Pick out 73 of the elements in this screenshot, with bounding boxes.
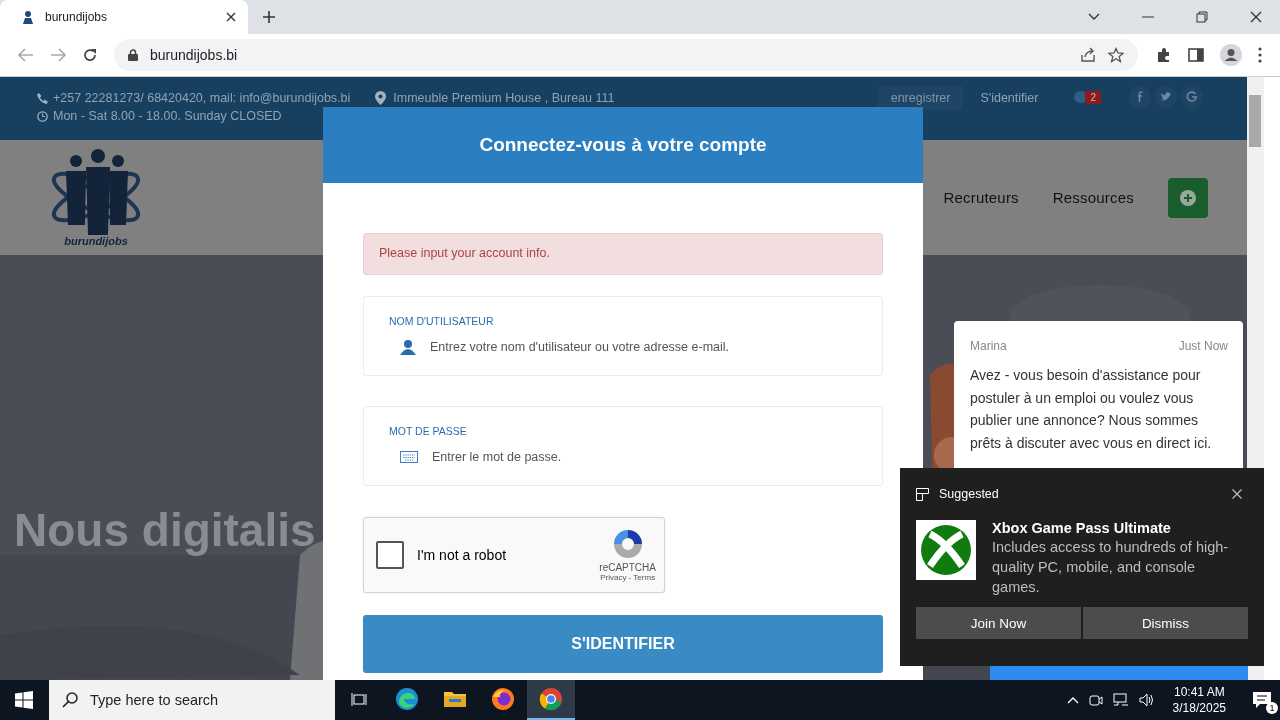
toast-button[interactable]: Dismiss bbox=[1083, 607, 1248, 639]
search-icon bbox=[62, 692, 78, 708]
login-link[interactable]: S'identifier bbox=[963, 86, 1056, 110]
restore-icon[interactable] bbox=[1196, 11, 1208, 23]
close-icon[interactable] bbox=[226, 12, 236, 22]
google-icon[interactable] bbox=[1181, 86, 1203, 108]
field-label: MOT DE PASSE bbox=[389, 425, 468, 437]
search-field[interactable]: Type here to search bbox=[49, 680, 335, 720]
login-button[interactable]: S'IDENTIFIER bbox=[363, 615, 883, 673]
new-tab-icon[interactable] bbox=[262, 10, 276, 24]
taskbar-app[interactable] bbox=[527, 680, 575, 720]
add-button[interactable] bbox=[1168, 177, 1208, 218]
menu-icon[interactable] bbox=[1258, 47, 1262, 63]
person-icon bbox=[400, 339, 416, 355]
chevron-down-icon[interactable] bbox=[1088, 13, 1100, 21]
address-field[interactable]: burundijobs.bi bbox=[114, 39, 1138, 71]
field-label: NOM D'UTILISATEUR bbox=[389, 315, 495, 327]
windows-start-icon[interactable] bbox=[15, 691, 33, 709]
captcha-label: I'm not a robot bbox=[417, 547, 507, 563]
browser-tab[interactable]: burundijobs bbox=[0, 0, 248, 34]
address-text: Immeuble Premium House , Bureau 111 bbox=[393, 91, 615, 105]
chat-time: Just Now bbox=[1178, 339, 1228, 353]
twitter-icon[interactable] bbox=[1155, 86, 1177, 108]
clock-icon bbox=[37, 110, 48, 122]
captcha-checkbox[interactable] bbox=[376, 541, 404, 569]
close-icon[interactable] bbox=[1232, 489, 1242, 499]
toast-button[interactable]: Join Now bbox=[916, 607, 1081, 639]
close-icon[interactable] bbox=[1250, 11, 1262, 23]
chat-message: Avez - vous besoin d'assistance pour postuler à un emploi ou voulez vous publier une annonce? Nous sommes prêts à discuter avec vous en direct ici. bbox=[970, 366, 1213, 453]
alert-message: Please input your account info. bbox=[363, 233, 883, 275]
notification-badge: 2 bbox=[1085, 90, 1101, 104]
chevron-up-icon[interactable] bbox=[1066, 696, 1079, 704]
clock-date: 3/18/2025 bbox=[1172, 700, 1226, 716]
task-view-icon bbox=[351, 691, 367, 707]
facebook-icon[interactable] bbox=[1129, 86, 1151, 108]
hours-text: Mon - Sat 8.00 - 18.00. Sunday CLOSED bbox=[53, 109, 282, 123]
keyboard-icon bbox=[400, 449, 418, 465]
toast-header: Suggested bbox=[939, 487, 999, 501]
dialog-title: Connectez-vous à votre compte bbox=[323, 107, 923, 183]
network-icon[interactable] bbox=[1112, 693, 1129, 707]
lock-icon bbox=[128, 49, 138, 61]
chat-sender: Marina bbox=[970, 339, 1007, 353]
recaptcha-icon bbox=[611, 528, 644, 560]
nav-link[interactable]: Recruteurs bbox=[943, 189, 1019, 206]
share-icon[interactable] bbox=[1080, 47, 1096, 63]
meet-now-icon[interactable] bbox=[1088, 693, 1103, 707]
chrome-icon bbox=[539, 687, 563, 711]
volume-icon[interactable] bbox=[1138, 693, 1155, 707]
clock-time: 10:41 AM bbox=[1173, 684, 1225, 700]
notification-count: 1 bbox=[1266, 702, 1278, 714]
phone-icon bbox=[37, 92, 48, 104]
star-icon[interactable] bbox=[1108, 47, 1124, 63]
profile-icon[interactable] bbox=[1220, 44, 1242, 66]
contact-text: +257 22281273/ 68420420, mail: info@burundijobs.bi bbox=[53, 91, 351, 105]
site-favicon bbox=[20, 9, 36, 25]
hero-headline: Nous digitalis bbox=[14, 503, 316, 557]
toast-description: Includes access to hundreds of high-quality PC, mobile, and console games. bbox=[992, 538, 1230, 597]
xbox-logo-icon bbox=[916, 520, 976, 580]
scrollbar-thumb[interactable] bbox=[1249, 95, 1261, 147]
nav-link[interactable]: Ressources bbox=[1052, 189, 1134, 206]
reload-icon[interactable] bbox=[82, 47, 98, 63]
toast-title: Xbox Game Pass Ultimate bbox=[992, 520, 1172, 536]
action-center-icon[interactable] bbox=[1252, 691, 1272, 709]
privacy-terms-links[interactable]: Privacy - Terms bbox=[600, 573, 656, 582]
captcha-brand: reCAPTCHA bbox=[599, 562, 656, 573]
plus-circle-icon bbox=[1180, 189, 1196, 206]
location-pin-icon bbox=[375, 91, 387, 105]
edge-icon bbox=[395, 687, 419, 711]
suggested-icon bbox=[916, 487, 929, 501]
firefox-icon bbox=[491, 687, 515, 711]
extensions-icon[interactable] bbox=[1156, 47, 1172, 63]
logo-text: burundijobs bbox=[64, 234, 128, 247]
side-panel-icon[interactable] bbox=[1188, 48, 1204, 62]
